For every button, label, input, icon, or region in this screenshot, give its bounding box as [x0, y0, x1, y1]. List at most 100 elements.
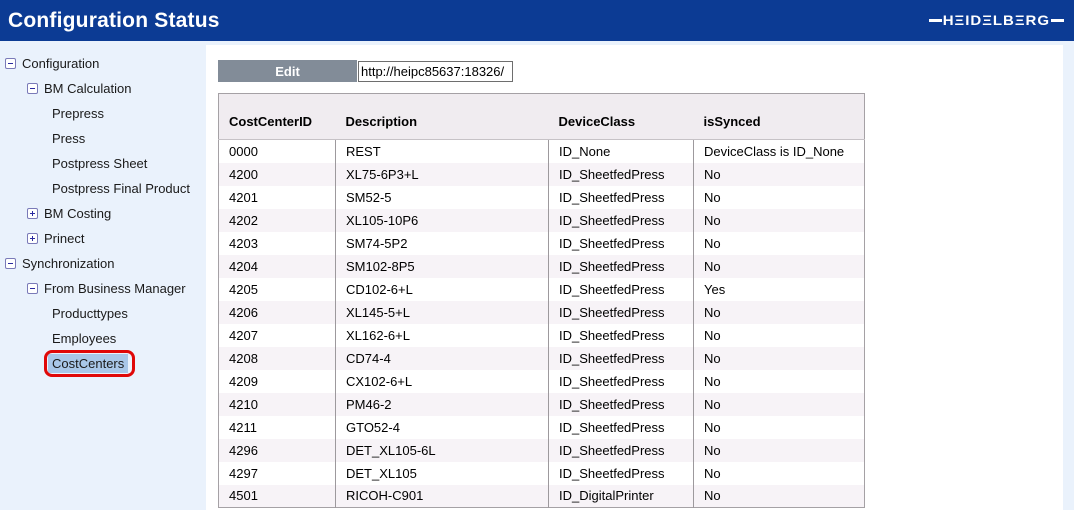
sidebar-item-configuration[interactable]: Configuration	[0, 51, 206, 76]
cell-deviceclass: ID_DigitalPrinter	[549, 485, 694, 508]
page-title: Configuration Status	[8, 9, 220, 33]
cell-description: GTO52-4	[336, 416, 549, 439]
sidebar-tree: Configuration BM CalculationPrepress Press…	[0, 45, 206, 510]
logo-wordmark: HΞIDΞLBΞRG	[943, 12, 1050, 28]
cell-description: SM74-5P2	[336, 232, 549, 255]
cell-issynced: No	[694, 255, 865, 278]
table-row: 4210PM46-2ID_SheetfedPressNo	[219, 393, 865, 416]
cell-deviceclass: ID_SheetfedPress	[549, 393, 694, 416]
cell-deviceclass: ID_SheetfedPress	[549, 209, 694, 232]
cell-issynced: No	[694, 163, 865, 186]
logo-right-dash	[1051, 19, 1064, 22]
cell-costcenterid: 4203	[219, 232, 336, 255]
cell-issynced: No	[694, 347, 865, 370]
tree-toggle-minus-icon[interactable]	[27, 283, 38, 294]
sidebar-item-postpress-final-product[interactable]: Postpress Final Product	[0, 176, 206, 201]
table-row: 4207XL162-6+LID_SheetfedPressNo	[219, 324, 865, 347]
cell-issynced: No	[694, 301, 865, 324]
sidebar-item-bm-calculation[interactable]: BM Calculation	[0, 76, 206, 101]
logo-left-dash	[929, 19, 942, 22]
cell-deviceclass: ID_SheetfedPress	[549, 163, 694, 186]
tree-toggle-minus-icon[interactable]	[5, 258, 16, 269]
edit-button[interactable]: Edit	[218, 60, 357, 82]
sidebar-item-prinect[interactable]: Prinect	[0, 226, 206, 251]
cell-description: PM46-2	[336, 393, 549, 416]
cell-issynced: DeviceClass is ID_None	[694, 140, 865, 163]
cell-costcenterid: 4201	[219, 186, 336, 209]
tree-toggle-minus-icon[interactable]	[27, 83, 38, 94]
column-header-deviceclass: DeviceClass	[549, 94, 694, 140]
sidebar-item-prepress[interactable]: Prepress	[0, 101, 206, 126]
cell-issynced: No	[694, 393, 865, 416]
cell-issynced: No	[694, 439, 865, 462]
cell-deviceclass: ID_SheetfedPress	[549, 462, 694, 485]
table-row: 0000RESTID_NoneDeviceClass is ID_None	[219, 140, 865, 163]
tree-toggle-plus-icon[interactable]	[27, 233, 38, 244]
cell-issynced: No	[694, 186, 865, 209]
tree-item-label: Configuration	[22, 56, 99, 71]
cell-description: DET_XL105-6L	[336, 439, 549, 462]
tree-toggle-minus-icon[interactable]	[5, 58, 16, 69]
cell-issynced: No	[694, 462, 865, 485]
cell-costcenterid: 4207	[219, 324, 336, 347]
cell-costcenterid: 0000	[219, 140, 336, 163]
table-row: 4501RICOH-C901ID_DigitalPrinterNo	[219, 485, 865, 508]
cell-costcenterid: 4204	[219, 255, 336, 278]
cell-costcenterid: 4211	[219, 416, 336, 439]
tree-item-label: Employees	[52, 331, 116, 346]
table-row: 4297DET_XL105ID_SheetfedPressNo	[219, 462, 865, 485]
cell-deviceclass: ID_SheetfedPress	[549, 186, 694, 209]
cell-costcenterid: 4501	[219, 485, 336, 508]
cell-costcenterid: 4210	[219, 393, 336, 416]
sidebar-item-press[interactable]: Press	[0, 126, 206, 151]
table-row: 4206XL145-5+LID_SheetfedPressNo	[219, 301, 865, 324]
sidebar-item-bm-costing[interactable]: BM Costing	[0, 201, 206, 226]
table-row: 4208CD74-4ID_SheetfedPressNo	[219, 347, 865, 370]
tree-item-label: BM Costing	[44, 206, 111, 221]
cell-deviceclass: ID_SheetfedPress	[549, 301, 694, 324]
table-row: 4200XL75-6P3+LID_SheetfedPressNo	[219, 163, 865, 186]
cell-description: RICOH-C901	[336, 485, 549, 508]
column-header-description: Description	[336, 94, 549, 140]
sidebar-item-synchronization[interactable]: Synchronization	[0, 251, 206, 276]
tree-item-label: From Business Manager	[44, 281, 186, 296]
cell-description: XL162-6+L	[336, 324, 549, 347]
tree-item-label: Producttypes	[52, 306, 128, 321]
cell-costcenterid: 4208	[219, 347, 336, 370]
column-header-issynced: isSynced	[694, 94, 865, 140]
cell-description: XL75-6P3+L	[336, 163, 549, 186]
sidebar-item-costcenters[interactable]: CostCenters	[0, 351, 206, 376]
main-content-panel: Edit CostCenterIDDescriptionDeviceClassi…	[206, 45, 1063, 510]
cell-description: CX102-6+L	[336, 370, 549, 393]
cell-description: XL105-10P6	[336, 209, 549, 232]
cell-description: DET_XL105	[336, 462, 549, 485]
url-input[interactable]	[358, 61, 513, 82]
cell-description: SM102-8P5	[336, 255, 549, 278]
cell-deviceclass: ID_SheetfedPress	[549, 278, 694, 301]
cell-costcenterid: 4297	[219, 462, 336, 485]
cell-costcenterid: 4205	[219, 278, 336, 301]
sidebar-item-producttypes[interactable]: Producttypes	[0, 301, 206, 326]
tree-item-label: Press	[52, 131, 85, 146]
cell-description: REST	[336, 140, 549, 163]
column-header-costcenterid: CostCenterID	[219, 94, 336, 140]
sidebar-item-employees[interactable]: Employees	[0, 326, 206, 351]
table-header-row: CostCenterIDDescriptionDeviceClassisSync…	[219, 94, 865, 140]
cell-costcenterid: 4296	[219, 439, 336, 462]
cost-centers-table: CostCenterIDDescriptionDeviceClassisSync…	[218, 93, 865, 508]
cell-description: XL145-5+L	[336, 301, 549, 324]
table-row: 4209CX102-6+LID_SheetfedPressNo	[219, 370, 865, 393]
sidebar-item-from-business-manager[interactable]: From Business Manager	[0, 276, 206, 301]
cell-deviceclass: ID_SheetfedPress	[549, 439, 694, 462]
tree-toggle-plus-icon[interactable]	[27, 208, 38, 219]
cell-deviceclass: ID_None	[549, 140, 694, 163]
table-row: 4296DET_XL105-6LID_SheetfedPressNo	[219, 439, 865, 462]
edit-toolbar: Edit	[218, 60, 513, 82]
table-row: 4204SM102-8P5ID_SheetfedPressNo	[219, 255, 865, 278]
cell-deviceclass: ID_SheetfedPress	[549, 347, 694, 370]
tree-item-label: Synchronization	[22, 256, 115, 271]
sidebar-item-postpress-sheet[interactable]: Postpress Sheet	[0, 151, 206, 176]
cell-costcenterid: 4206	[219, 301, 336, 324]
cell-issynced: No	[694, 416, 865, 439]
heidelberg-logo: HΞIDΞLBΞRG	[929, 12, 1064, 29]
